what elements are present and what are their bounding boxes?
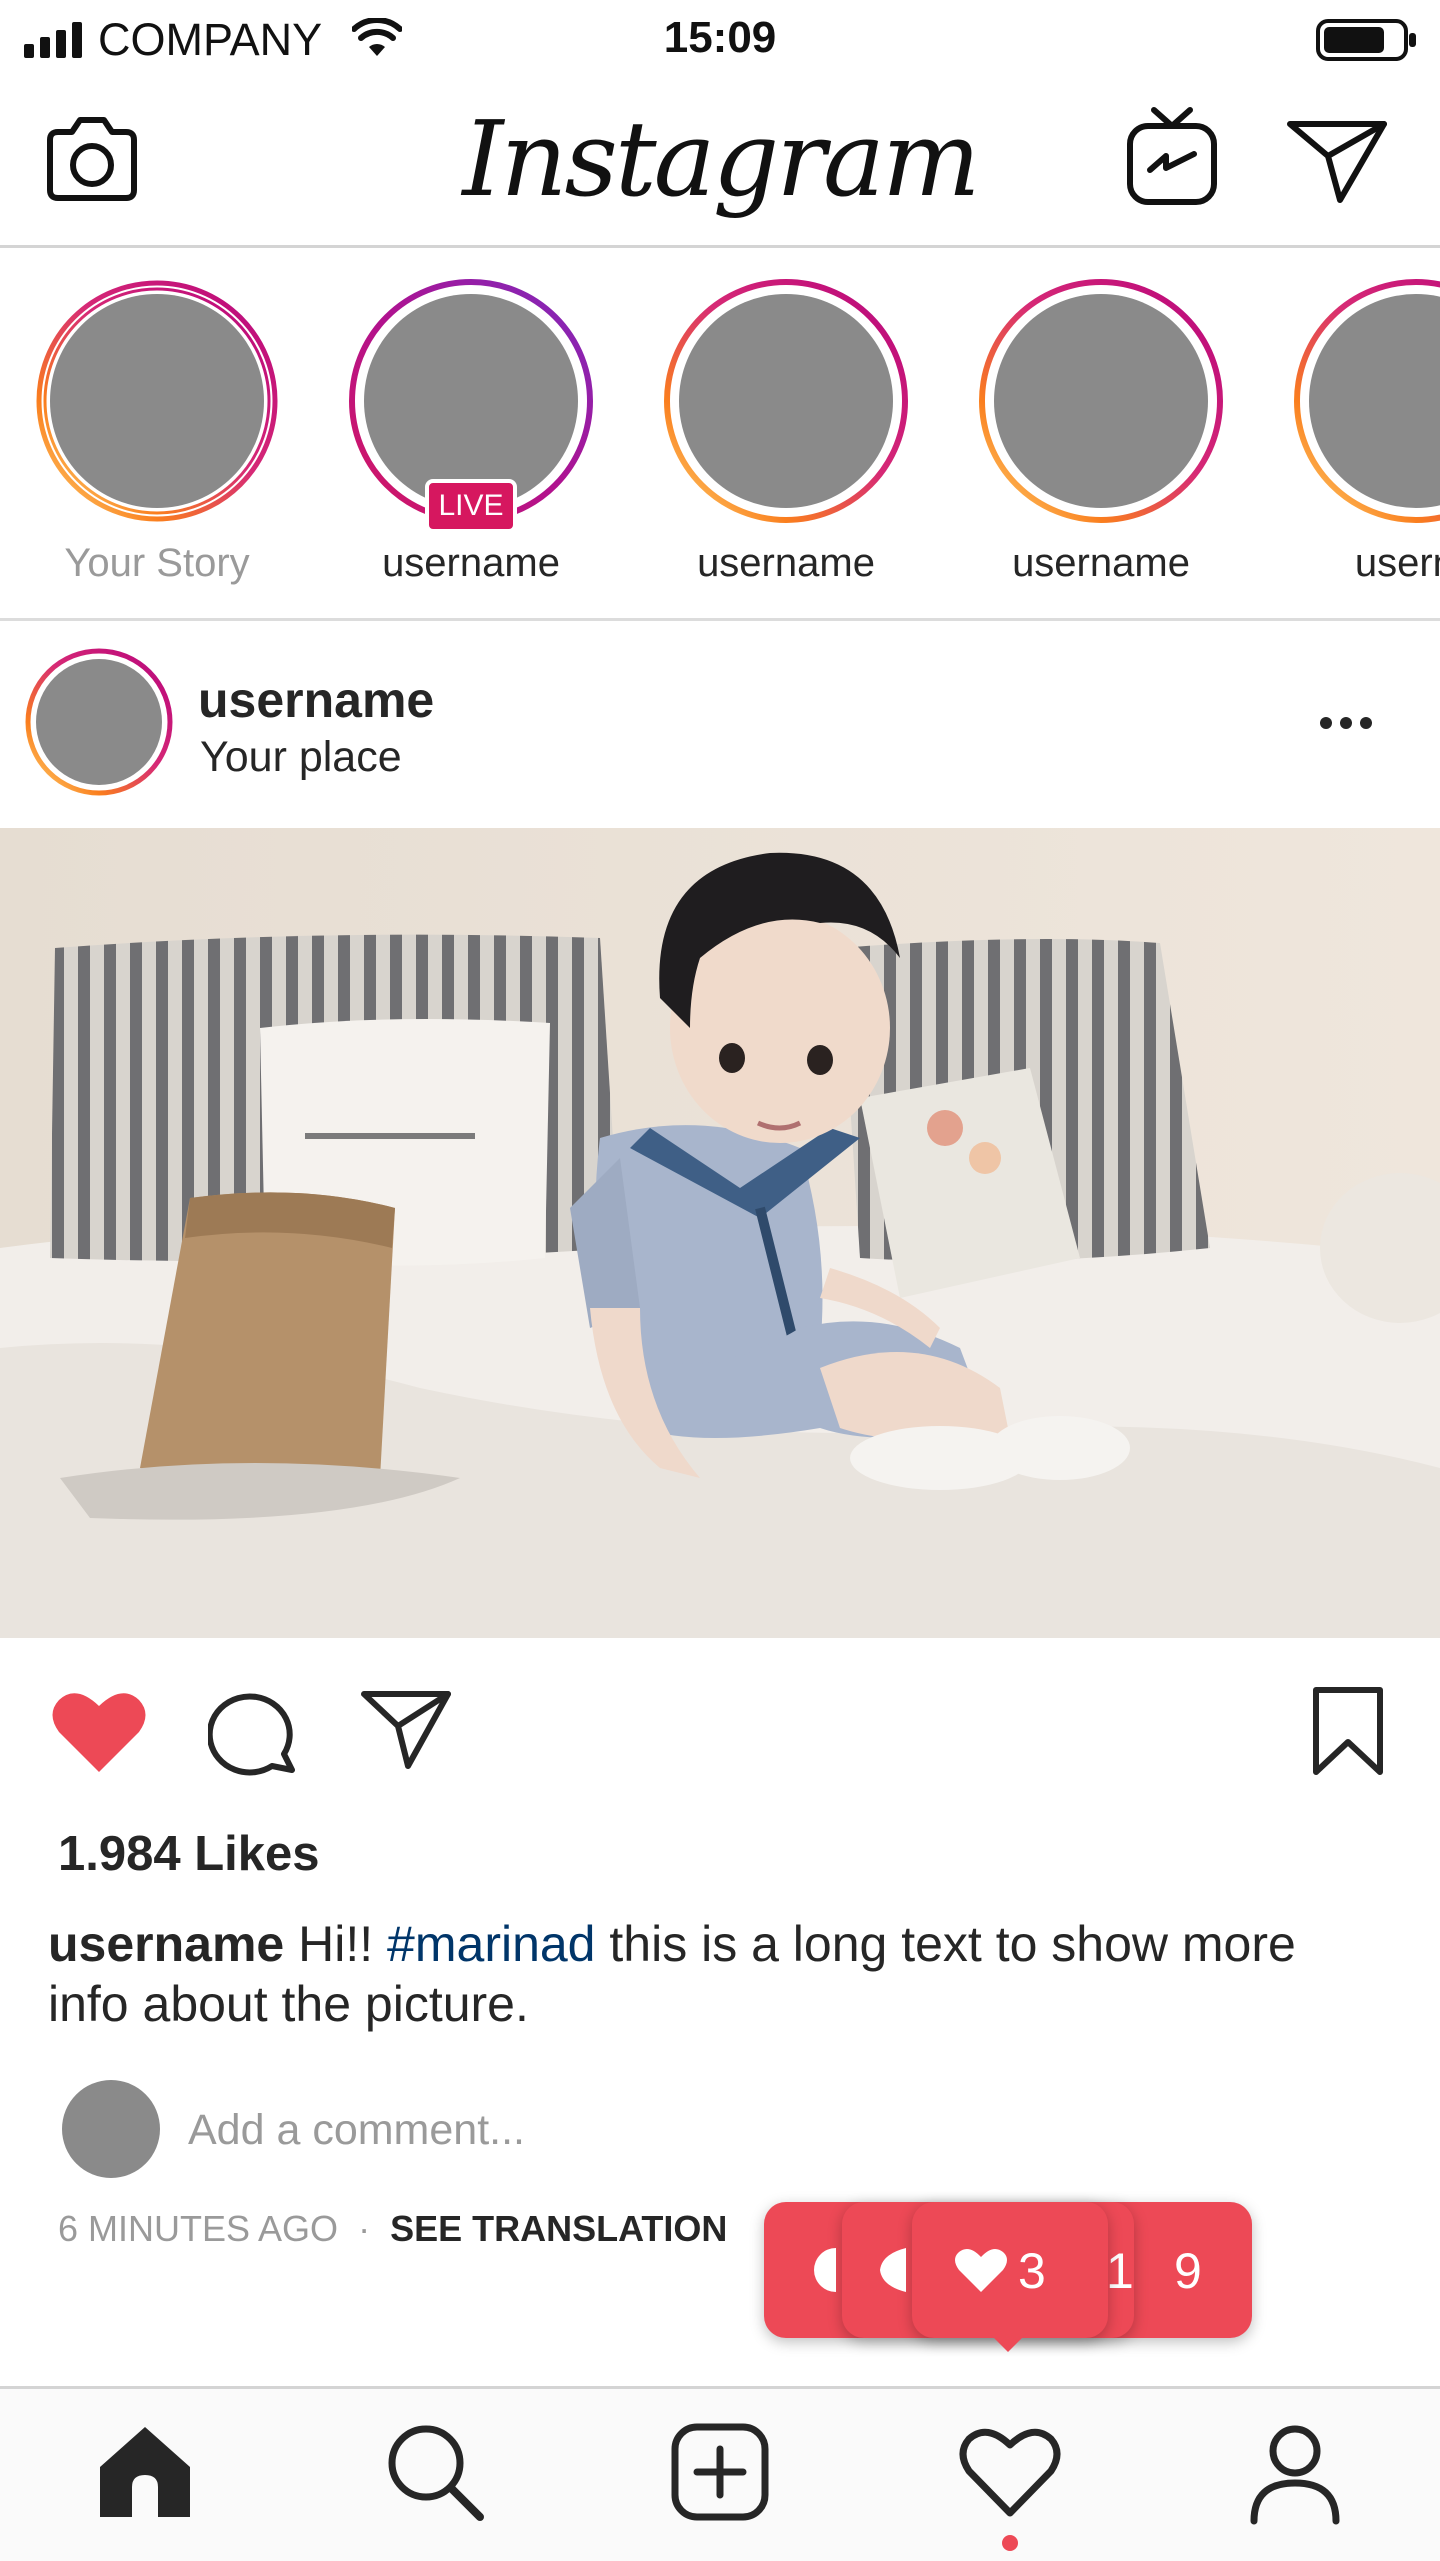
more-dots-icon [1360,717,1372,729]
story-label: username [382,541,560,585]
instagram-logo: Instagram [462,98,980,220]
current-user-avatar [62,2080,160,2178]
comment-bubble-icon [814,2248,836,2292]
post-header: username Your place [0,621,1440,827]
post-author-avatar[interactable] [24,647,174,797]
post-username[interactable]: username [198,671,434,729]
top-navbar: Instagram [0,78,1440,248]
story-avatar [979,279,1223,523]
more-dots-icon [1320,717,1332,729]
story-user[interactable]: username [646,276,926,596]
post-photo[interactable] [0,828,1440,1638]
meta-separator: · [358,2208,371,2249]
igtv-icon[interactable] [1124,104,1220,208]
post-timestamp: 6 MINUTES AGO [58,2208,339,2249]
status-time: 15:09 [663,13,777,62]
story-avatar [1294,279,1440,523]
story-user[interactable]: username [961,276,1241,596]
more-options-button[interactable] [1320,711,1392,741]
toast-pointer [986,2330,1030,2352]
photo-illustration [0,828,1440,1638]
like-heart-filled-icon[interactable] [50,1688,148,1776]
likes-count[interactable]: 1.984 Likes [58,1826,320,1882]
status-bar: COMPANY 15:09 [0,0,1440,78]
more-dots-icon [1340,717,1352,729]
bottom-tabbar [0,2386,1440,2561]
search-icon[interactable] [380,2417,490,2527]
toast-card-likes: 3 [912,2202,1108,2338]
story-label: username [697,541,875,585]
see-translation-link[interactable]: SEE TRANSLATION [390,2208,727,2249]
story-label: username [1012,541,1190,585]
live-badge: LIVE [425,479,517,533]
activity-toast[interactable]: 9 1 3 [764,2202,1252,2352]
story-your-story[interactable]: Your Story [17,276,297,596]
heart-outline-icon[interactable] [955,2417,1065,2527]
story-label: userna [1354,541,1440,585]
story-avatar [36,280,278,522]
toast-comments-count: 1 [1106,2243,1134,2299]
post-location[interactable]: Your place [200,733,402,782]
battery-icon [1316,19,1416,61]
toast-likes-count: 3 [1018,2243,1046,2299]
activity-notification-dot [1002,2535,1018,2551]
heart-icon [955,2248,1007,2292]
post-caption: username Hi!! #marinad this is a long te… [48,1914,1348,2034]
story-label: Your Story [64,541,250,585]
bookmark-icon[interactable] [1310,1686,1386,1776]
person-icon [880,2248,906,2292]
comment-input[interactable] [188,2090,888,2170]
caption-text-before: Hi!! [298,1916,388,1972]
plus-square-icon[interactable] [665,2417,775,2527]
stories-tray: Your Story LIVE username username userna… [0,251,1440,621]
story-user[interactable]: userna [1276,276,1440,596]
caption-hashtag[interactable]: #marinad [387,1916,595,1972]
story-avatar [664,279,908,523]
add-comment-row [0,2070,1440,2190]
paper-plane-icon[interactable] [1286,116,1388,204]
comment-bubble-icon[interactable] [208,1690,300,1778]
person-icon[interactable] [1240,2417,1350,2527]
post-actions [0,1638,1440,1818]
home-icon[interactable] [90,2417,200,2527]
share-paper-plane-icon[interactable] [360,1688,452,1770]
story-live-user[interactable]: LIVE username [331,276,611,596]
toast-follows-count: 9 [1174,2243,1202,2299]
caption-username[interactable]: username [48,1916,284,1972]
post-meta: 6 MINUTES AGO · SEE TRANSLATION [58,2208,727,2250]
